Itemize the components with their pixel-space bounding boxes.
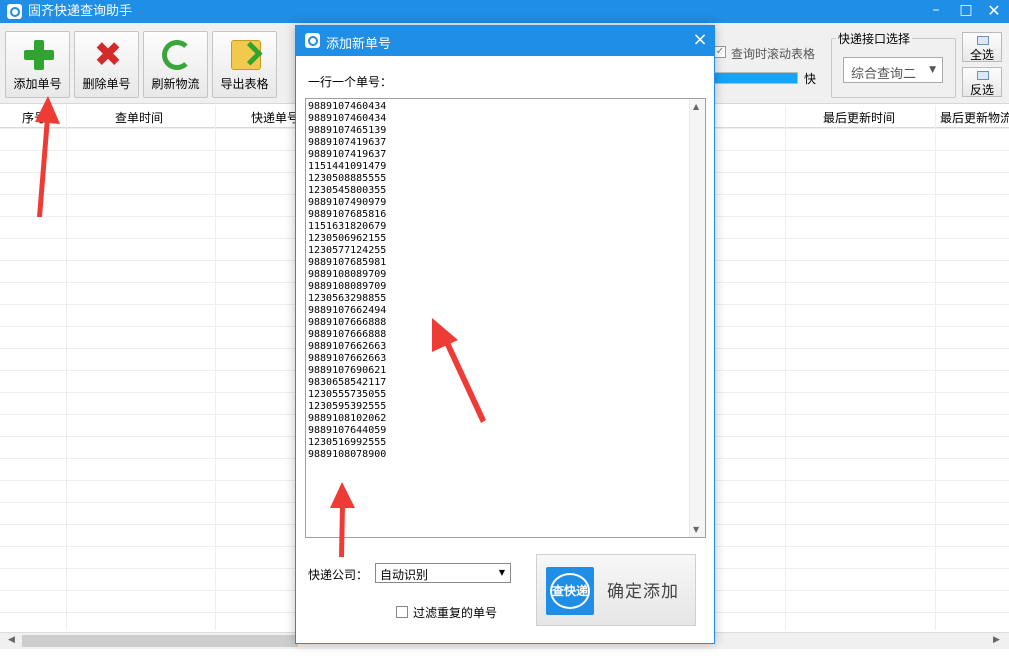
dedupe-checkbox[interactable] [396, 606, 408, 618]
add-tracking-label: 添加单号 [13, 77, 62, 91]
tracking-number-line: 9889107460434 [308, 113, 387, 124]
app-logo-icon [7, 4, 22, 19]
invert-selection-label: 反选 [969, 83, 994, 97]
courier-company-label: 快递公司： [308, 568, 369, 582]
column-header-last-update-time[interactable]: 最后更新时间 [823, 109, 895, 126]
scroll-up-icon[interactable]: ▲ [693, 102, 699, 111]
chevron-down-icon: ▼ [498, 568, 505, 577]
delete-tracking-label: 删除单号 [82, 77, 131, 91]
confirm-add-button[interactable]: 查快递 确定添加 [536, 554, 696, 626]
maximize-button[interactable]: □ [952, 0, 980, 23]
tracking-number-line: 9889107662663 [308, 341, 387, 352]
api-group-title: 快递接口选择 [836, 30, 913, 47]
speed-label: 快 [804, 72, 817, 86]
tracking-number-line: 9889108078900 [308, 449, 387, 460]
scroll-right-icon[interactable]: ▶ [993, 635, 1000, 645]
tracking-number-line: 9889107685816 [308, 209, 387, 220]
delete-tracking-button[interactable]: ✖ 删除单号 [74, 31, 139, 98]
dedupe-label: 过滤重复的单号 [413, 606, 498, 620]
dialog-title: 添加新单号 [326, 37, 392, 52]
tracking-number-line: 1230595392555 [308, 401, 387, 412]
tracking-number-line: 1151441091479 [308, 161, 387, 172]
tracking-number-line: 1230516992555 [308, 437, 387, 448]
api-select-value: 综合查询二 [851, 67, 917, 82]
scroll-table-checkbox[interactable]: ✓ [714, 46, 726, 58]
tracking-number-line: 9889107644059 [308, 425, 387, 436]
app-title: 固齐快递查询助手 [28, 4, 133, 19]
tracking-number-line: 1151631820679 [308, 221, 387, 232]
refresh-logistics-label: 刷新物流 [151, 77, 200, 91]
tracking-number-line: 9889107690621 [308, 365, 387, 376]
export-table-label: 导出表格 [220, 77, 269, 91]
scroll-table-label: 查询时滚动表格 [731, 47, 816, 61]
column-header-query-time[interactable]: 查单时间 [115, 109, 163, 126]
tracking-number-line: 9889107419637 [308, 137, 387, 148]
select-all-label: 全选 [969, 48, 994, 62]
scroll-left-icon[interactable]: ◀ [8, 635, 15, 645]
tracking-number-line: 9830658542117 [308, 377, 387, 388]
add-icon [24, 40, 54, 70]
tracking-number-line: 1230508885555 [308, 173, 387, 184]
tracking-numbers-textarea[interactable]: 9889107460434 9889107460434 9889107465139 9… [305, 98, 706, 538]
tracking-number-line: 9889107460434 [308, 101, 387, 112]
tracking-number-line: 9889108089709 [308, 269, 387, 280]
select-all-icon [977, 36, 989, 45]
tracking-number-line: 1230563298855 [308, 293, 387, 304]
tracking-number-list: 9889107460434 9889107460434 9889107465139 9… [308, 101, 386, 461]
tracking-number-line: 9889107465139 [308, 125, 387, 136]
api-select[interactable]: 综合查询二 ▼ [843, 57, 943, 83]
export-table-button[interactable]: 导出表格 [212, 31, 277, 98]
tracking-number-line: 9889107666888 [308, 329, 387, 340]
query-express-logo: 查快递 [546, 567, 594, 615]
tracking-number-line: 9889107490979 [308, 197, 387, 208]
courier-company-value: 自动识别 [380, 568, 429, 582]
column-header-last-update-info[interactable]: 最后更新物流 [940, 109, 1009, 126]
tracking-number-line: 1230577124255 [308, 245, 387, 256]
add-tracking-dialog: 添加新单号 × 一行一个单号： 9889107460434 98891074604… [295, 25, 715, 644]
title-bar: 固齐快递查询助手 – □ ✕ [0, 0, 1009, 23]
chevron-down-icon: ▼ [929, 65, 936, 75]
tracking-number-line: 9889108102062 [308, 413, 387, 424]
dialog-instruction: 一行一个单号： [308, 75, 393, 89]
textarea-vertical-scrollbar[interactable]: ▲ ▼ [689, 99, 705, 537]
dialog-close-button[interactable]: × [690, 29, 710, 51]
column-header-index[interactable]: 序号 [22, 109, 46, 126]
select-all-button[interactable]: 全选 [962, 32, 1002, 62]
scroll-down-icon[interactable]: ▼ [693, 525, 699, 534]
add-tracking-button[interactable]: 添加单号 [5, 31, 70, 98]
tracking-number-line: 9889107662494 [308, 305, 387, 316]
delete-icon: ✖ [93, 35, 123, 75]
scrollbar-thumb[interactable] [22, 635, 298, 647]
tracking-number-line: 1230545800355 [308, 185, 387, 196]
column-header-tracking-number[interactable]: 快递单号 [251, 109, 299, 126]
speed-slider-fill [715, 73, 797, 83]
invert-selection-button[interactable]: 反选 [962, 67, 1002, 97]
tracking-number-line: 9889107685981 [308, 257, 387, 268]
invert-selection-icon [977, 71, 989, 80]
tracking-number-line: 9889107666888 [308, 317, 387, 328]
dialog-logo-icon [305, 33, 320, 48]
refresh-logistics-button[interactable]: 刷新物流 [143, 31, 208, 98]
tracking-number-line: 1230506962155 [308, 233, 387, 244]
confirm-add-label: 确定添加 [607, 582, 679, 602]
close-window-button[interactable]: ✕ [980, 0, 1008, 23]
speed-slider[interactable] [714, 72, 798, 84]
tracking-number-line: 9889107662663 [308, 353, 387, 364]
tracking-number-line: 1230555735055 [308, 389, 387, 400]
tracking-number-line: 9889108089709 [308, 281, 387, 292]
dialog-title-bar: 添加新单号 × [296, 26, 714, 56]
export-icon [231, 40, 261, 70]
refresh-icon [162, 40, 192, 70]
tracking-number-line: 9889107419637 [308, 149, 387, 160]
courier-company-select[interactable]: 自动识别 ▼ [375, 563, 511, 583]
minimize-button[interactable]: – [922, 0, 950, 23]
logo-text: 查快递 [551, 584, 588, 598]
